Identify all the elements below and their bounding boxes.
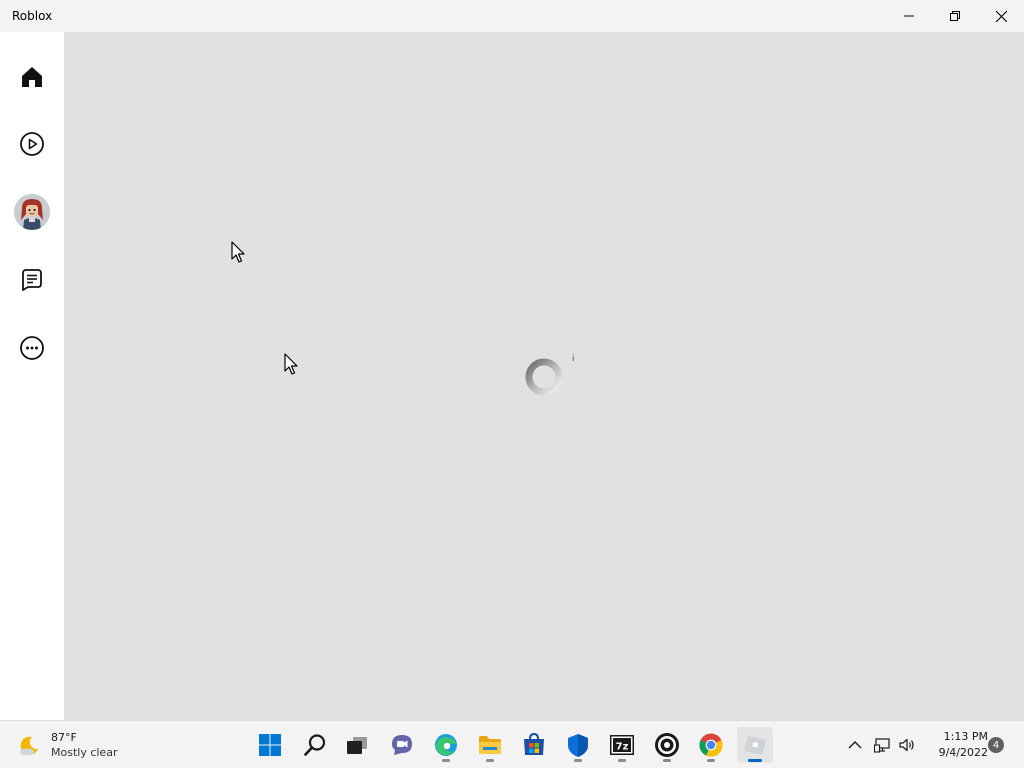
network-tray-button[interactable] <box>872 721 894 768</box>
chevron-up-icon <box>848 741 862 749</box>
svg-text:7z: 7z <box>616 742 629 753</box>
edge-icon <box>435 734 457 756</box>
volume-icon <box>899 738 914 752</box>
moon-cloud-icon <box>20 736 38 756</box>
teams-chat-icon <box>392 735 412 755</box>
sidebar-item-avatar[interactable] <box>12 192 52 232</box>
taskbar-clock[interactable]: 1:13 PM 9/4/2022 <box>922 729 988 761</box>
clock-date: 9/4/2022 <box>938 746 988 759</box>
active-indicator <box>748 759 762 762</box>
sidebar-item-more[interactable] <box>12 328 52 368</box>
clock-time: 1:13 PM <box>943 730 988 743</box>
taskbar-file-explorer-button[interactable] <box>472 727 508 763</box>
taskbar-teams-chat-button[interactable] <box>384 727 420 763</box>
chat-icon <box>22 269 42 291</box>
task-view-icon <box>347 737 367 754</box>
mouse-cursor-icon <box>284 353 298 375</box>
sidebar <box>0 32 64 720</box>
weather-temperature: 87°F <box>51 731 77 744</box>
taskbar-security-button[interactable] <box>560 727 596 763</box>
sidebar-item-play[interactable] <box>12 124 52 164</box>
play-icon <box>20 132 44 156</box>
running-indicator <box>574 759 582 762</box>
taskbar-task-view-button[interactable] <box>339 727 375 763</box>
title-bar[interactable]: Roblox <box>0 0 1024 32</box>
taskbar-start-button[interactable] <box>252 727 288 763</box>
running-indicator <box>663 759 671 762</box>
weather-widget[interactable]: 87°F Mostly clear <box>16 727 126 763</box>
taskbar-roblox-button[interactable] <box>737 727 773 763</box>
loading-spinner-icon <box>525 358 563 396</box>
7zip-icon: 7z <box>610 735 634 755</box>
running-indicator <box>486 759 494 762</box>
taskbar-chrome-button[interactable] <box>693 727 729 763</box>
notification-badge[interactable]: 4 <box>988 737 1004 753</box>
network-icon <box>874 738 890 753</box>
home-icon <box>22 67 42 87</box>
mouse-cursor-icon <box>231 241 245 263</box>
more-icon <box>20 336 44 360</box>
avatar-icon <box>14 194 50 230</box>
spinner-mark: i <box>572 354 575 364</box>
sidebar-item-home[interactable] <box>12 57 52 97</box>
taskbar-7zip-button[interactable]: 7z <box>604 727 640 763</box>
sidebar-item-chat[interactable] <box>12 260 52 300</box>
weather-description: Mostly clear <box>51 746 118 759</box>
close-icon <box>995 10 1007 22</box>
folder-icon <box>479 736 501 754</box>
window-title: Roblox <box>12 9 53 23</box>
restore-button[interactable] <box>932 0 978 32</box>
volume-tray-button[interactable] <box>896 721 918 768</box>
taskbar: 87°F Mostly clear 7z 1:13 PM 9/4/2022 4 <box>0 720 1024 768</box>
taskbar-obs-button[interactable] <box>649 727 685 763</box>
restore-icon <box>950 11 960 21</box>
obs-icon <box>655 733 679 757</box>
taskbar-search-button[interactable] <box>297 727 333 763</box>
taskbar-edge-button[interactable] <box>428 727 464 763</box>
minimize-button[interactable] <box>886 0 932 32</box>
roblox-icon <box>744 736 766 755</box>
close-button[interactable] <box>978 0 1024 32</box>
chrome-icon <box>699 733 723 757</box>
main-content: i <box>64 32 1024 720</box>
running-indicator <box>618 759 626 762</box>
running-indicator <box>442 759 450 762</box>
show-hidden-icons-button[interactable] <box>844 721 866 768</box>
running-indicator <box>707 759 715 762</box>
store-icon <box>524 732 544 755</box>
shield-icon <box>568 734 588 757</box>
windows-start-icon <box>259 734 281 756</box>
taskbar-store-button[interactable] <box>516 727 552 763</box>
search-icon <box>304 734 326 756</box>
minimize-icon <box>904 15 914 17</box>
